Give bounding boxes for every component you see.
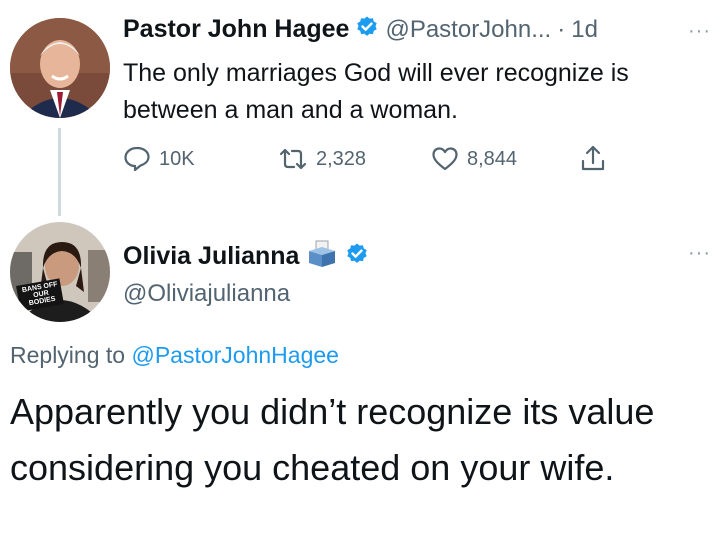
- replying-to-handle-link[interactable]: @PastorJohnHagee: [131, 342, 338, 368]
- hagee-avatar-image: [10, 18, 110, 118]
- tweet-author-handle[interactable]: @PastorJohn...: [385, 16, 551, 44]
- tweet-header: Pastor John Hagee @PastorJohn... · 1d: [123, 15, 598, 44]
- tweet-time[interactable]: 1d: [571, 16, 598, 44]
- share-icon: [581, 145, 605, 171]
- verified-badge-icon: [345, 242, 369, 271]
- retweet-icon: [279, 148, 307, 170]
- replying-to-line: Replying to @PastorJohnHagee: [10, 342, 339, 369]
- thread-connector-line: [58, 128, 61, 216]
- reply-header: Olivia Julianna: [123, 240, 369, 273]
- tweet-author-name[interactable]: Pastor John Hagee: [123, 15, 349, 44]
- reply-text: Apparently you didn’t recognize its valu…: [10, 391, 655, 488]
- share-button[interactable]: [580, 144, 606, 172]
- reply-author-name[interactable]: Olivia Julianna: [123, 242, 299, 271]
- reply-more-icon[interactable]: ···: [688, 242, 711, 265]
- tweet-separator: ·: [557, 15, 566, 43]
- hagee-avatar[interactable]: [10, 18, 110, 118]
- reply-icon: [124, 146, 150, 172]
- olivia-avatar[interactable]: BANS OFF OUR BODIES: [10, 222, 110, 322]
- like-button[interactable]: 8,844: [431, 146, 517, 172]
- like-count: 8,844: [467, 147, 518, 170]
- tweet-actions: 10K 2,328 8,844: [123, 142, 623, 176]
- reply-count: 10K: [159, 147, 195, 170]
- reply-button[interactable]: 10K: [123, 146, 195, 172]
- tweet-more-icon[interactable]: ···: [688, 20, 711, 43]
- reply-author-handle[interactable]: @Oliviajulianna: [123, 280, 290, 308]
- replying-to-label: Replying to: [10, 342, 126, 368]
- retweet-count: 2,328: [316, 147, 367, 170]
- tweet-text: The only marriages God will ever recogni…: [123, 59, 629, 124]
- retweet-button[interactable]: 2,328: [278, 146, 366, 172]
- verified-badge-icon: [355, 15, 379, 44]
- like-icon: [432, 147, 458, 171]
- ballot-box-icon: [307, 240, 337, 273]
